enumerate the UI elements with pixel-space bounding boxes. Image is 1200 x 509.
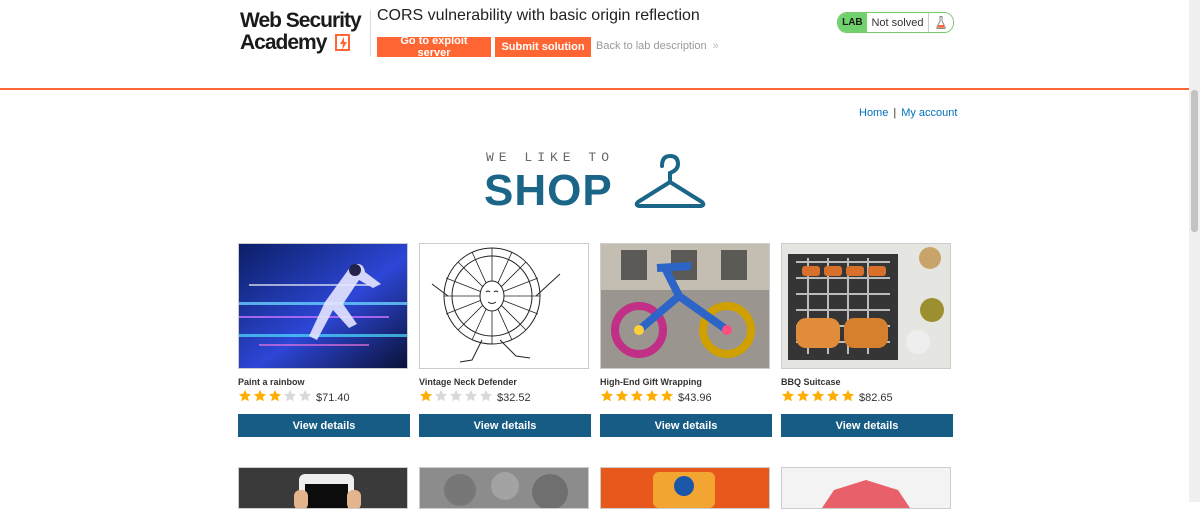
product-rating: $82.65 [781,389,893,408]
star-icon [238,389,253,408]
star-icon [796,389,811,408]
lab-status-text: Not solved [866,13,929,32]
back-link-label: Back to lab description [596,40,707,52]
page-scrollbar[interactable] [1189,0,1200,502]
double-chevron-right-icon: » [712,40,719,52]
star-icon [464,389,479,408]
product-name: Paint a rainbow [238,377,305,387]
star-icon [660,389,675,408]
star-icon [449,389,464,408]
go-to-exploit-server-button[interactable]: Go to exploit server [377,35,491,59]
star-icon [826,389,841,408]
product-image[interactable] [781,243,951,369]
product-price: $32.52 [497,392,531,404]
lab-header: Web Security Academy CORS vulnerability … [0,0,1200,90]
product-name: BBQ Suitcase [781,377,841,387]
product-image-row2-3[interactable] [600,467,770,509]
logo-line-2: Academy [240,31,327,54]
star-icon [419,389,434,408]
star-icon [298,389,313,408]
star-icon [781,389,796,408]
product-price: $82.65 [859,392,893,404]
view-details-button[interactable]: View details [238,414,410,437]
product-image-row2-4[interactable] [781,467,951,509]
product-image[interactable] [600,243,770,369]
shop-logo-tagline: WE LIKE TO [486,150,615,165]
coat-hanger-icon [634,153,706,208]
home-link[interactable]: Home [859,107,888,119]
view-details-button[interactable]: View details [419,414,591,437]
star-icon [283,389,298,408]
view-details-button[interactable]: View details [781,414,953,437]
product-name: High-End Gift Wrapping [600,377,702,387]
lightning-icon [335,34,350,51]
star-icon [811,389,826,408]
product-rating: $71.40 [238,389,350,408]
product-card: High-End Gift Wrapping $43.96 View details [600,243,772,437]
product-card: Paint a rainbow $71.40 View details [238,243,410,437]
nav-separator: | [893,107,897,119]
view-details-button[interactable]: View details [600,414,772,437]
product-image-row2-1[interactable] [238,467,408,509]
product-image[interactable] [238,243,408,369]
star-icon [600,389,615,408]
submit-solution-button[interactable]: Submit solution [495,37,591,57]
product-card: Vintage Neck Defender $32.52 View details [419,243,591,437]
lab-title: CORS vulnerability with basic origin ref… [377,7,700,24]
product-price: $71.40 [316,392,350,404]
star-icon [434,389,449,408]
web-security-academy-logo[interactable]: Web Security Academy [240,10,366,56]
product-name: Vintage Neck Defender [419,377,517,387]
lab-status-widget: LAB Not solved [837,12,954,33]
flask-icon [928,13,953,32]
star-icon [268,389,283,408]
product-rating: $43.96 [600,389,712,408]
star-icon [630,389,645,408]
shop-banner-logo: WE LIKE TO SHOP [484,150,706,215]
lab-badge: LAB [838,13,867,32]
scrollbar-thumb[interactable] [1191,90,1198,232]
star-icon [253,389,268,408]
product-image-row2-2[interactable] [419,467,589,509]
back-to-lab-description-link[interactable]: Back to lab description » [596,40,719,52]
product-image[interactable] [419,243,589,369]
star-icon [615,389,630,408]
star-icon [479,389,494,408]
my-account-link[interactable]: My account [901,107,957,119]
header-divider [370,10,371,56]
star-icon [645,389,660,408]
top-navigation: Home | My account [859,107,957,119]
product-price: $43.96 [678,392,712,404]
shop-logo-word: SHOP [484,166,613,215]
product-rating: $32.52 [419,389,531,408]
product-card: BBQ Suitcase $82.65 View details [781,243,953,437]
logo-line-1: Web Security [240,9,362,32]
star-icon [841,389,856,408]
